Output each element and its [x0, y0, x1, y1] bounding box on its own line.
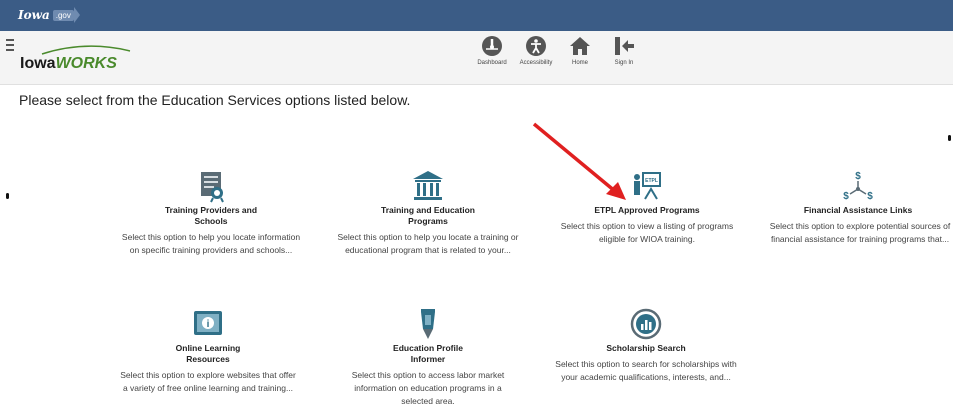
card-title[interactable]: Training Providers and Schools [111, 205, 311, 227]
option-card-financial-assistance-links[interactable]: $ $ $ Financial Assistance Links Select … [758, 169, 953, 246]
option-card-training-providers[interactable]: Training Providers and Schools Select th… [111, 169, 311, 257]
nav-label: Dashboard [477, 60, 507, 66]
option-card-education-profile-informer[interactable]: Education Profile Informer Select this o… [328, 307, 528, 408]
sign-in-icon [615, 37, 634, 55]
card-description: Select this option to help you locate a … [337, 232, 519, 255]
card-description: Select this option to view a listing of … [560, 221, 734, 244]
top-bar: Iowa .gov [0, 0, 953, 31]
dashboard-icon [482, 36, 502, 56]
card-description: Select this option to explore potential … [769, 221, 951, 244]
institution-building-icon [413, 171, 443, 200]
card-title[interactable]: Financial Assistance Links [758, 205, 953, 216]
card-description: Select this option to help you locate in… [121, 232, 301, 255]
card-title[interactable]: ETPL Approved Programs [547, 205, 747, 216]
svg-text:$: $ [867, 191, 873, 202]
svg-text:$: $ [855, 171, 861, 182]
svg-text:$: $ [843, 191, 849, 202]
menu-icon[interactable] [6, 39, 14, 54]
iowa-gov-logo[interactable]: Iowa .gov [18, 7, 80, 23]
card-title[interactable]: Education Profile Informer [328, 343, 528, 365]
nav-sign-in[interactable]: Sign In [604, 34, 644, 66]
financial-network-icon: $ $ $ [843, 171, 873, 202]
nav-accessibility[interactable]: Accessibility [516, 34, 556, 66]
svg-text:i: i [207, 319, 210, 330]
nav-label: Accessibility [519, 60, 553, 66]
nav-label: Home [571, 60, 588, 66]
online-learning-icon: i [194, 311, 222, 335]
card-description: Select this option to access labor marke… [351, 370, 505, 406]
nav-dashboard[interactable]: Dashboard [472, 34, 512, 66]
education-profile-icon [421, 309, 435, 339]
scholarship-search-icon [630, 308, 662, 340]
scroll-left-indicator [6, 193, 9, 199]
option-card-online-learning-resources[interactable]: i Online Learning Resources Select this … [108, 307, 308, 395]
option-card-scholarship-search[interactable]: Scholarship Search Select this option to… [546, 307, 746, 384]
etpl-presentation-icon: ETPL [634, 172, 661, 200]
gov-logo-text: Iowa [18, 8, 50, 22]
site-header: IowaWORKS Dashboard Accessibility Home S… [0, 31, 953, 85]
gov-logo-arrow-icon [73, 7, 80, 23]
header-nav: Dashboard Accessibility Home Sign In [470, 34, 646, 66]
nav-label: Sign In [614, 60, 634, 66]
training-providers-icon [201, 172, 224, 203]
option-card-etpl-approved-programs[interactable]: ETPL ETPL Approved Programs Select this … [547, 169, 747, 246]
card-description: Select this option to explore websites t… [120, 370, 296, 393]
card-title[interactable]: Scholarship Search [546, 343, 746, 354]
home-icon [570, 37, 590, 55]
gov-logo-tag: .gov [52, 9, 74, 21]
card-description: Select this option to search for scholar… [555, 359, 737, 382]
page-title: Please select from the Education Service… [19, 92, 411, 108]
svg-text:ETPL: ETPL [645, 178, 658, 184]
card-title[interactable]: Online Learning Resources [108, 343, 308, 365]
logo-swoosh-icon [41, 45, 131, 55]
option-card-training-education-programs[interactable]: Training and Education Programs Select t… [328, 169, 528, 257]
nav-home[interactable]: Home [560, 34, 600, 66]
card-title[interactable]: Training and Education Programs [328, 205, 528, 227]
scroll-right-indicator [948, 135, 951, 141]
brand-text: IowaWORKS [20, 55, 117, 72]
accessibility-icon [526, 36, 546, 56]
